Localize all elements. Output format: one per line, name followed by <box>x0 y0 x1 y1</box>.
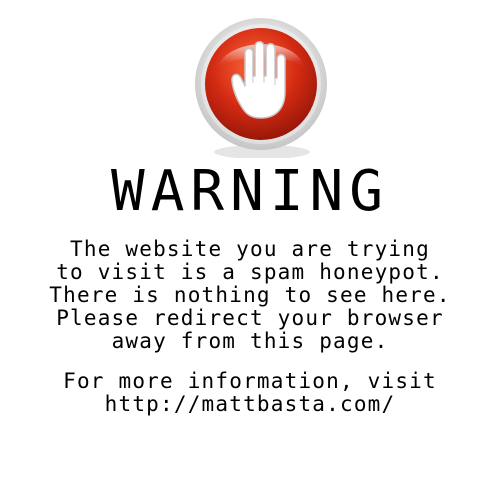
warning-message-line-1: The website you are trying <box>70 237 430 261</box>
warning-message-line-3: There is nothing to see here. <box>49 283 451 307</box>
stop-hand-icon <box>189 14 333 159</box>
more-info-url: http://mattbasta.com/ <box>104 392 396 416</box>
warning-message-line-4: Please redirect your browser <box>56 306 444 330</box>
page-title: WARNING <box>110 159 389 224</box>
more-info-line: For more information, visit <box>63 369 437 393</box>
warning-message-line-2: to visit is a spam honeypot. <box>56 260 444 284</box>
warning-message-line-5: away from this page. <box>111 329 389 353</box>
warning-page: WARNING The website you are trying to vi… <box>0 0 500 500</box>
